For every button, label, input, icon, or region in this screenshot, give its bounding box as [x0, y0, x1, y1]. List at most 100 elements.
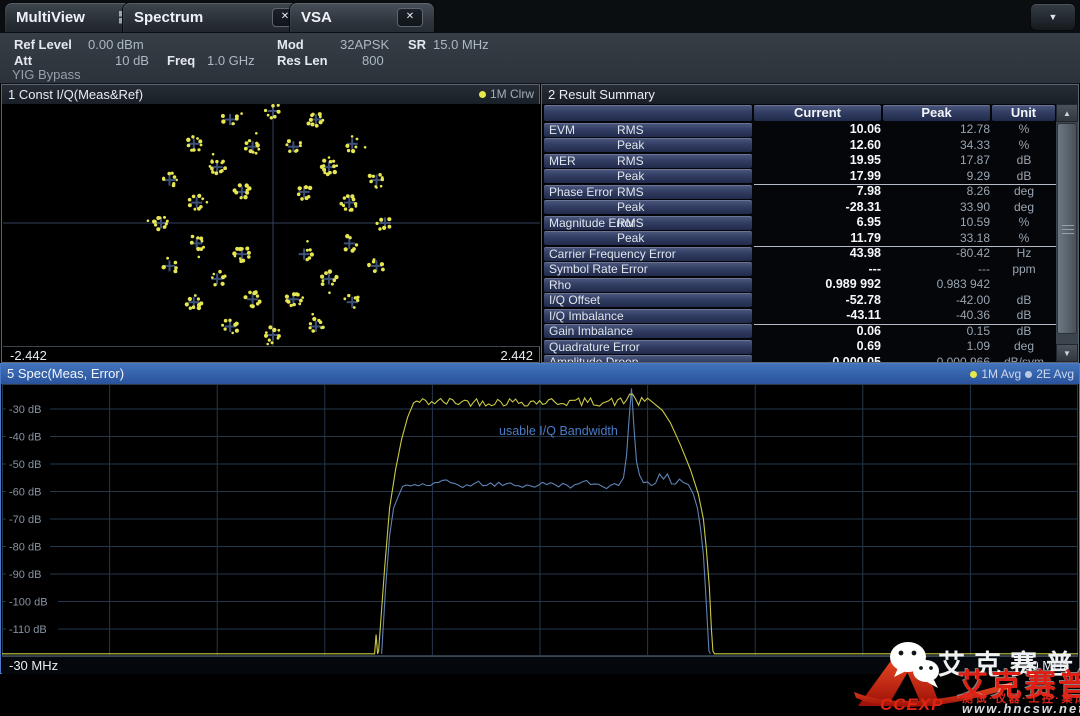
table-row: Quadrature Error0.691.09deg: [543, 339, 1055, 355]
param-name: Rho: [549, 278, 571, 292]
constellation-panel-header[interactable]: 1 Const I/Q(Meas&Ref) 1M Clrw: [2, 85, 539, 104]
current-value: 7.98: [754, 184, 881, 200]
constellation-plot[interactable]: [3, 104, 540, 346]
instrument-screen: MultiView Spectrum ✕ VSA ✕ ▼ Ref Level 0…: [0, 0, 1080, 716]
x-min-label: -2.442: [10, 348, 47, 363]
peak-value: 33.90: [883, 200, 990, 216]
peak-value: -40.36: [883, 308, 990, 324]
meas-trace-label: 1M Avg: [981, 364, 1021, 384]
current-value: 17.99: [754, 169, 881, 185]
svg-text:-80 dB: -80 dB: [9, 542, 41, 554]
tab-multiview-label: MultiView: [16, 9, 85, 26]
current-value: 6.95: [754, 215, 881, 231]
scroll-down-button[interactable]: ▼: [1056, 344, 1078, 362]
ref-level-label: Ref Level: [14, 37, 72, 52]
ref-level-value[interactable]: 0.00 dBm: [88, 37, 144, 52]
param-sub: RMS: [617, 154, 644, 168]
unit-value: deg: [993, 184, 1055, 200]
peak-value: 1.09: [883, 339, 990, 355]
table-row: Carrier Frequency Error43.98-80.42Hz: [543, 246, 1055, 262]
table-row: MERRMS19.9517.87dB: [543, 153, 1055, 169]
wechat-icon: [884, 637, 946, 695]
res-len-value[interactable]: 800: [362, 53, 384, 68]
peak-value: 0.15: [883, 324, 990, 340]
close-icon[interactable]: ✕: [397, 8, 423, 27]
spectrum-panel-title: 5 Spec(Meas, Error): [7, 366, 124, 381]
table-row: Peak-28.3133.90deg: [543, 200, 1055, 216]
row-label: Gain Imbalance: [544, 324, 752, 338]
current-value: 10.06: [754, 122, 881, 138]
result-summary-header[interactable]: 2 Result Summary: [542, 85, 1078, 104]
x-max-label: 2.442: [500, 348, 533, 363]
peak-value: -80.42: [883, 246, 990, 262]
row-label: Carrier Frequency Error: [544, 247, 752, 261]
unit-value: %: [993, 215, 1055, 231]
row-label: Amplitude Droop: [544, 355, 752, 362]
peak-value: 9.29: [883, 169, 990, 185]
scrollbar-thumb[interactable]: [1057, 123, 1077, 334]
att-value[interactable]: 10 dB: [115, 53, 149, 68]
constellation-panel[interactable]: 1 Const I/Q(Meas&Ref) 1M Clrw -2.442 2.4…: [1, 84, 540, 363]
table-row: Rho0.989 9920.983 942: [543, 277, 1055, 293]
watermark-url: www.hncsw.net: [962, 701, 1080, 716]
spectrum-plot[interactable]: -30 dB-40 dB-50 dB-60 dB-70 dB-80 dB-90 …: [2, 384, 1078, 656]
table-header-row: Current Peak Unit: [543, 104, 1055, 121]
current-value: 43.98: [754, 246, 881, 262]
param-name: I/Q Imbalance: [549, 309, 624, 323]
row-label: Peak: [544, 200, 752, 214]
mod-label: Mod: [277, 37, 304, 52]
peak-value: 8.26: [883, 184, 990, 200]
unit-value: deg: [993, 200, 1055, 216]
unit-value: %: [993, 122, 1055, 138]
unit-value: dB: [993, 324, 1055, 340]
table-row: Phase Error RMS 7.988.26deg: [543, 184, 1055, 200]
mod-value[interactable]: 32APSK: [340, 37, 389, 52]
current-value: -0.000 05: [754, 355, 881, 363]
result-summary-panel[interactable]: 2 Result Summary Current Peak Unit EVM RM…: [541, 84, 1079, 363]
param-sub: Peak: [617, 231, 644, 245]
peak-value: 34.33: [883, 138, 990, 154]
settings-bar: Ref Level 0.00 dBm Mod 32APSK SR 15.0 MH…: [0, 33, 1080, 84]
scroll-up-button[interactable]: ▲: [1056, 104, 1078, 122]
sr-value[interactable]: 15.0 MHz: [433, 37, 489, 52]
unit-value: %: [993, 231, 1055, 247]
peak-value: 0.983 942: [883, 277, 990, 293]
tab-bar: MultiView Spectrum ✕ VSA ✕ ▼: [0, 0, 1080, 33]
current-value: -28.31: [754, 200, 881, 216]
unit-value: %: [993, 138, 1055, 154]
col-header-unit: Unit: [992, 105, 1055, 121]
peak-value: 10.59: [883, 215, 990, 231]
param-name: Carrier Frequency Error: [549, 247, 676, 261]
tab-spectrum[interactable]: Spectrum ✕: [122, 2, 310, 32]
unit-value: dB/sym: [993, 355, 1055, 363]
param-sub: RMS: [617, 185, 644, 199]
tab-vsa[interactable]: VSA ✕: [289, 2, 435, 32]
row-label: Rho: [544, 278, 752, 292]
freq-value[interactable]: 1.0 GHz: [207, 53, 255, 68]
param-sub: RMS: [617, 216, 644, 230]
spectrum-panel-header[interactable]: 5 Spec(Meas, Error) 1M Avg 2E Avg: [1, 364, 1079, 384]
spectrum-trace-legend: 1M Avg 2E Avg: [970, 364, 1074, 384]
param-name: EVM: [549, 123, 575, 137]
table-row: I/Q Offset-52.78-42.00dB: [543, 293, 1055, 309]
unit-value: dB: [993, 153, 1055, 169]
meas-trace-dot: [970, 371, 977, 378]
param-sub: Peak: [617, 169, 644, 183]
current-value: 0.69: [754, 339, 881, 355]
current-value: 12.60: [754, 138, 881, 154]
row-label: Magnitude ErrorRMS: [544, 216, 752, 230]
unit-value: dB: [993, 169, 1055, 185]
constellation-panel-title: 1 Const I/Q(Meas&Ref): [8, 87, 143, 102]
tab-overflow-button[interactable]: ▼: [1030, 3, 1076, 31]
col-header-current: Current: [754, 105, 881, 121]
svg-text:-110 dB: -110 dB: [9, 624, 47, 636]
spectrum-panel[interactable]: 5 Spec(Meas, Error) 1M Avg 2E Avg -30 dB…: [0, 363, 1080, 674]
trace-color-dot: [479, 91, 486, 98]
peak-value: 33.18: [883, 231, 990, 247]
table-scrollbar[interactable]: ▲ ▼: [1056, 104, 1078, 362]
param-sub: Peak: [617, 138, 644, 152]
row-label: MERRMS: [544, 154, 752, 168]
current-value: 11.79: [754, 231, 881, 247]
param-name: Phase Error: [549, 185, 613, 199]
header-spacer: [544, 105, 752, 121]
